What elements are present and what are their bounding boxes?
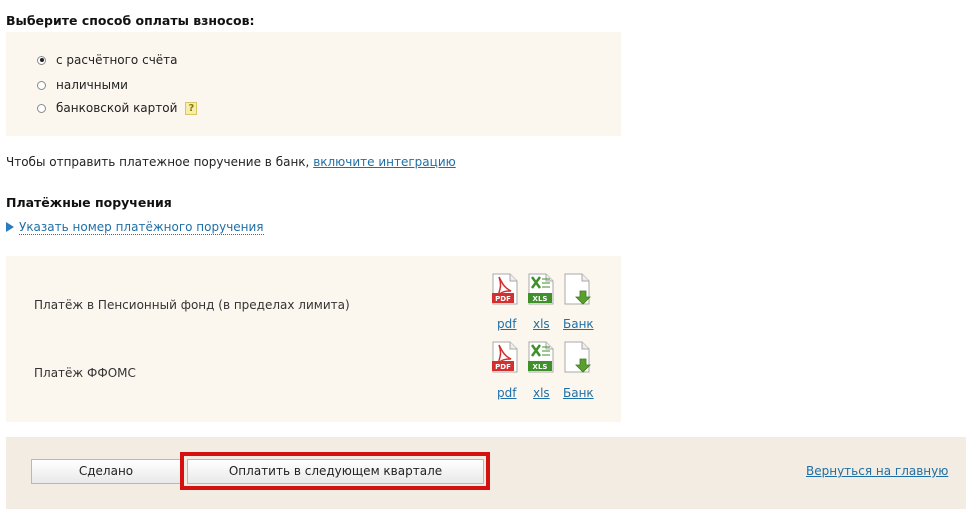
radio-label-cash: наличными	[56, 78, 128, 92]
pdf-link-pension[interactable]: pdf	[497, 317, 516, 331]
bank-download-icon[interactable]	[563, 341, 591, 373]
radio-button-checked[interactable]	[37, 55, 46, 65]
expand-triangle-icon[interactable]	[6, 222, 14, 232]
integration-line: Чтобы отправить платежное поручение в ба…	[6, 155, 456, 169]
pdf-icon[interactable]: PDF	[491, 273, 519, 305]
xls-icon[interactable]: XLS	[527, 341, 555, 373]
radio-option-account[interactable]: с расчётного счёта	[37, 53, 178, 67]
bank-link-pension[interactable]: Банк	[563, 317, 594, 331]
radio-option-card[interactable]: банковской картой ?	[37, 101, 198, 115]
xls-link-pension[interactable]: xls	[533, 317, 550, 331]
xls-link-ffoms[interactable]: xls	[533, 386, 550, 400]
radio-label-card: банковской картой	[56, 101, 178, 115]
payment-label-ffoms: Платёж ФФОМС	[34, 366, 136, 380]
payment-label-pension: Платёж в Пенсионный фонд (в пределах лим…	[34, 298, 350, 312]
payment-method-title: Выберите способ оплаты взносов:	[6, 13, 255, 28]
pdf-icon[interactable]: PDF	[491, 341, 519, 373]
bank-link-ffoms[interactable]: Банк	[563, 386, 594, 400]
svg-text:PDF: PDF	[495, 295, 511, 303]
back-to-main-link[interactable]: Вернуться на главную	[806, 464, 948, 478]
help-icon[interactable]: ?	[185, 101, 198, 115]
radio-button[interactable]	[37, 80, 46, 90]
svg-text:XLS: XLS	[533, 363, 548, 371]
svg-text:PDF: PDF	[495, 363, 511, 371]
specify-number-link[interactable]: Указать номер платёжного поручения	[19, 220, 264, 235]
integration-text: Чтобы отправить платежное поручение в ба…	[6, 155, 310, 169]
radio-label-account: с расчётного счёта	[56, 53, 178, 67]
svg-text:XLS: XLS	[533, 295, 548, 303]
specify-number-row[interactable]: Указать номер платёжного поручения	[6, 220, 264, 235]
pdf-link-ffoms[interactable]: pdf	[497, 386, 516, 400]
pay-next-quarter-button[interactable]: Оплатить в следующем квартале	[187, 459, 484, 484]
bank-download-icon[interactable]	[563, 273, 591, 305]
enable-integration-link[interactable]: включите интеграцию	[313, 155, 456, 169]
radio-option-cash[interactable]: наличными	[37, 78, 128, 92]
done-button[interactable]: Сделано	[31, 459, 181, 484]
xls-icon[interactable]: XLS	[527, 273, 555, 305]
payment-orders-title: Платёжные поручения	[6, 195, 172, 210]
radio-button[interactable]	[37, 103, 46, 113]
